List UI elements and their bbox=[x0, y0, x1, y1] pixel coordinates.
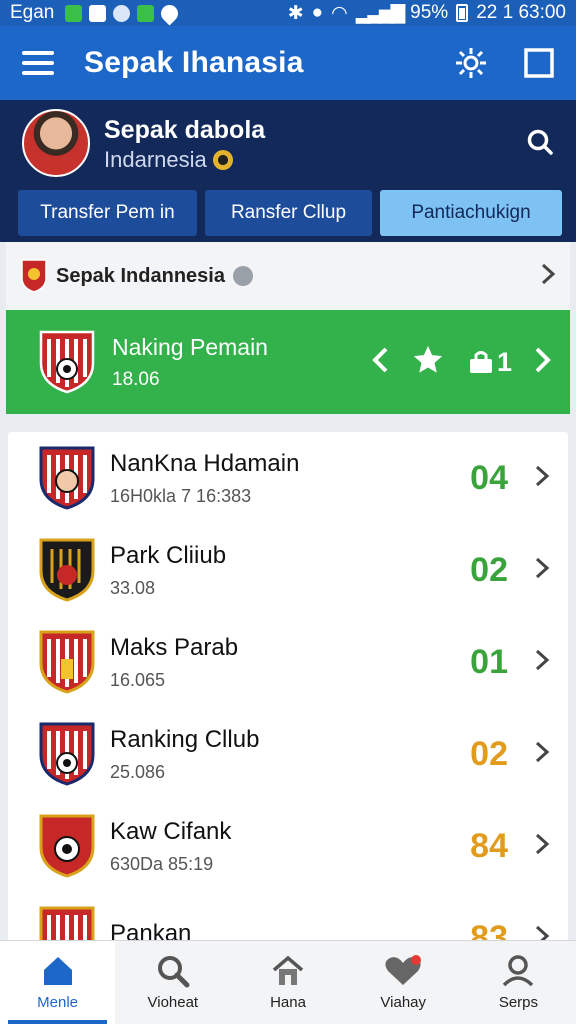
nav-label: Vioheat bbox=[147, 994, 199, 1011]
status-bar: Egan ✱ ● ◠ ▂▃▅▇ 95% 22 1 63:00 bbox=[0, 0, 576, 26]
home-icon bbox=[43, 957, 72, 985]
nav-label: Viahay bbox=[380, 994, 426, 1011]
nav-label: Hana bbox=[270, 994, 306, 1011]
house-icon bbox=[272, 955, 304, 985]
tab-transfer-pemain[interactable]: Transfer Pem in bbox=[18, 190, 197, 236]
row-score: 04 bbox=[470, 458, 508, 497]
row-title: Pankan bbox=[110, 920, 192, 942]
row-title: Park Cliiub bbox=[110, 541, 227, 569]
chevron-right-icon[interactable] bbox=[534, 832, 550, 861]
list-item[interactable]: Park Cliiub 33.08 02 bbox=[8, 524, 568, 616]
section-title: Sepak Indannesia bbox=[56, 264, 225, 287]
club-crest-icon bbox=[39, 446, 95, 510]
featured-title: Naking Pemain bbox=[112, 333, 268, 360]
club-list: NanKna Hdamain 16H0kla 7 16:383 04 Park … bbox=[8, 432, 568, 942]
bag-count: 1 bbox=[496, 346, 512, 377]
nav-item-menle[interactable]: Menle bbox=[0, 941, 116, 1024]
row-score: 83 bbox=[470, 918, 508, 943]
nav-label: Serps bbox=[498, 994, 538, 1011]
list-item[interactable]: Kaw Cifank 630Da 85:19 84 bbox=[8, 800, 568, 892]
wifi-icon: ◠ bbox=[331, 2, 348, 24]
club-crest-icon bbox=[39, 906, 95, 942]
tab-transfer-club[interactable]: Ransfer Cllup bbox=[205, 190, 372, 236]
bag-icon bbox=[469, 351, 492, 373]
row-score: 84 bbox=[470, 826, 508, 865]
club-crest-icon bbox=[39, 538, 95, 602]
window-square-icon[interactable] bbox=[524, 48, 554, 78]
star-icon[interactable] bbox=[411, 343, 445, 382]
chevron-right-icon[interactable] bbox=[534, 346, 552, 379]
chevron-right-icon[interactable] bbox=[534, 648, 550, 677]
row-title: Ranking Cllub bbox=[110, 725, 260, 753]
search-icon bbox=[157, 956, 190, 988]
profile-name: Sepak dabola bbox=[104, 116, 266, 144]
avatar[interactable] bbox=[22, 109, 90, 177]
club-crest-icon bbox=[39, 630, 95, 694]
app-bar: Sepak Ihanasia bbox=[0, 26, 576, 100]
info-icon bbox=[232, 266, 253, 286]
store-icon bbox=[137, 4, 155, 22]
row-subtitle: 33.08 bbox=[110, 577, 156, 598]
league-shield-icon bbox=[21, 259, 47, 293]
settings-gear-icon[interactable] bbox=[454, 46, 488, 80]
club-crest-icon bbox=[39, 814, 95, 878]
chevron-right-icon[interactable] bbox=[540, 263, 556, 290]
featured-subtitle: 18.06 bbox=[112, 368, 160, 390]
user-icon bbox=[503, 955, 534, 987]
alarm-icon: ● bbox=[311, 2, 324, 23]
profile-subtitle-text: Indarnesia bbox=[104, 147, 207, 172]
clock: 22 1 63:00 bbox=[476, 2, 566, 23]
row-subtitle: 16H0kla 7 16:383 bbox=[110, 485, 252, 506]
football-icon bbox=[212, 150, 233, 170]
chevron-left-icon[interactable] bbox=[371, 346, 389, 379]
search-icon[interactable] bbox=[526, 128, 554, 161]
row-score: 02 bbox=[470, 550, 508, 589]
row-subtitle: 630Da 85:19 bbox=[110, 853, 214, 874]
nav-item-serps[interactable]: Serps bbox=[461, 941, 576, 1024]
row-title: Maks Parab bbox=[110, 633, 239, 661]
battery-icon bbox=[456, 4, 469, 22]
heart-icon bbox=[385, 955, 422, 985]
tab-pantiachukign[interactable]: Pantiachukign bbox=[380, 190, 562, 236]
profile-subtitle: Indarnesia bbox=[104, 147, 233, 173]
row-score: 02 bbox=[470, 734, 508, 773]
location-icon bbox=[157, 0, 182, 26]
app-icon bbox=[113, 4, 131, 22]
featured-ranking-row[interactable]: Naking Pemain 18.06 1 bbox=[6, 310, 570, 414]
row-title: Kaw Cifank bbox=[110, 817, 232, 845]
chevron-right-icon[interactable] bbox=[534, 556, 550, 585]
tab-bar: Transfer Pem in Ransfer Cllup Pantiachuk… bbox=[18, 190, 562, 236]
row-subtitle: 16.065 bbox=[110, 669, 166, 690]
row-score: 01 bbox=[470, 642, 508, 681]
chevron-right-icon[interactable] bbox=[534, 740, 550, 769]
row-subtitle: 25.086 bbox=[110, 761, 166, 782]
carrier-label: Egan bbox=[10, 2, 55, 23]
bag-counter[interactable]: 1 bbox=[467, 347, 512, 378]
list-item[interactable]: Ranking Cllub 25.086 02 bbox=[8, 708, 568, 800]
bluetooth-icon: ✱ bbox=[287, 2, 304, 24]
bottom-nav: Menle Vioheat Hana Viahay Serps bbox=[0, 940, 576, 1024]
calendar-icon bbox=[89, 4, 107, 22]
club-crest-icon bbox=[39, 722, 95, 786]
section-header[interactable]: Sepak Indannesia bbox=[6, 242, 570, 310]
app-title: Sepak Ihanasia bbox=[84, 46, 304, 79]
nav-label: Menle bbox=[37, 994, 79, 1011]
club-crest-icon bbox=[39, 330, 95, 394]
list-item[interactable]: Pankan 83 bbox=[8, 892, 568, 942]
list-item[interactable]: NanKna Hdamain 16H0kla 7 16:383 04 bbox=[8, 432, 568, 524]
nav-item-vioheat[interactable]: Vioheat bbox=[115, 941, 230, 1024]
nav-item-viahay[interactable]: Viahay bbox=[346, 941, 461, 1024]
list-item[interactable]: Maks Parab 16.065 01 bbox=[8, 616, 568, 708]
menu-icon[interactable] bbox=[22, 51, 54, 75]
image-icon bbox=[65, 4, 83, 22]
chevron-right-icon[interactable] bbox=[534, 464, 550, 493]
signal-icon: ▂▃▅▇ bbox=[355, 2, 405, 24]
profile-header: Sepak dabola Indarnesia Transfer Pem in … bbox=[0, 100, 576, 242]
nav-item-hana[interactable]: Hana bbox=[230, 941, 345, 1024]
row-title: NanKna Hdamain bbox=[110, 449, 300, 477]
battery-percent: 95% bbox=[410, 2, 449, 23]
